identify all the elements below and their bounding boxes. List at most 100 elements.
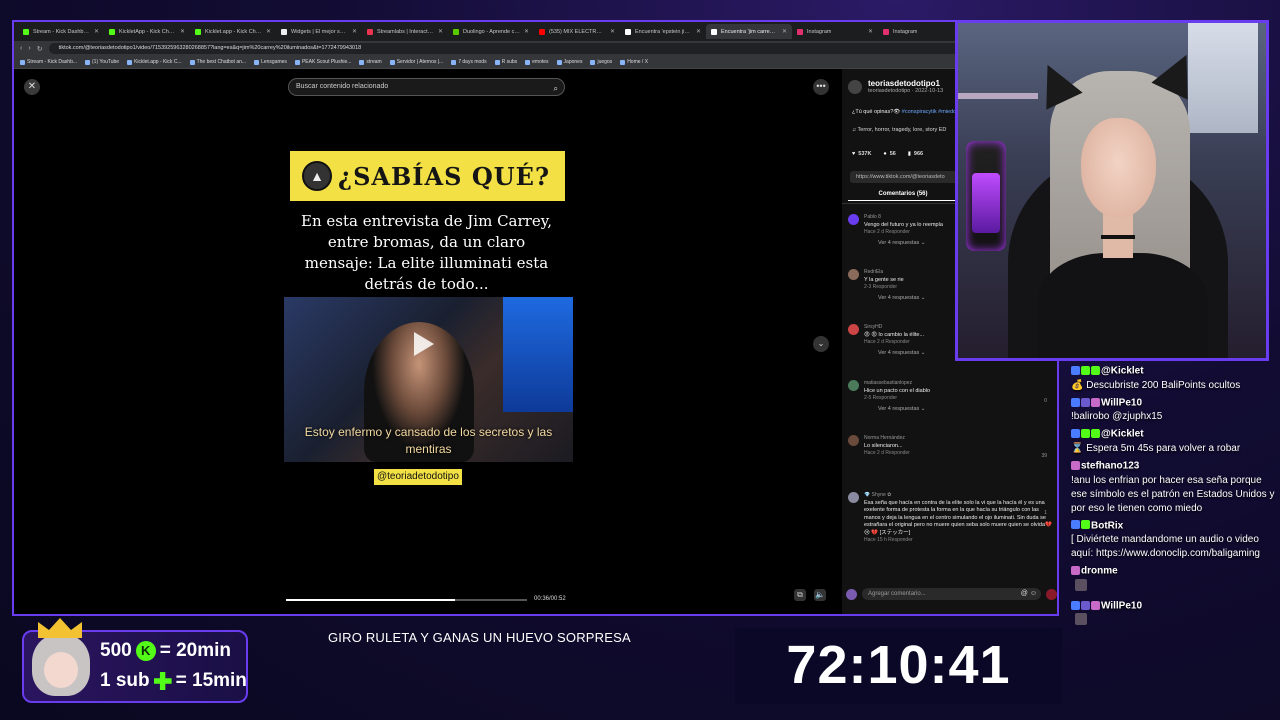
close-tab-icon[interactable]: ✕ [352, 28, 357, 35]
browser-tab[interactable]: KickletApp - Kick Chatbot and ✕ [104, 24, 190, 39]
browser-tab[interactable]: Streamlabs | Interact with me ✕ [362, 24, 448, 39]
more-options-icon[interactable]: ••• [813, 79, 829, 95]
bookmark-item[interactable]: Home / X [620, 59, 648, 65]
back-icon[interactable]: ‹ [20, 45, 22, 52]
chat-username[interactable]: @Kicklet [1101, 366, 1144, 377]
comment-placeholder: Agregar comentario... [868, 591, 926, 597]
bookmark-icon [189, 59, 195, 65]
comment-meta[interactable]: Hace 2 d Responder [864, 450, 1053, 458]
commenter-avatar[interactable] [848, 214, 859, 225]
next-video-icon[interactable]: ⌄ [813, 336, 829, 352]
emoji-icon[interactable]: @ ☺ [1021, 588, 1037, 600]
bookmark-item[interactable]: Servidor | Aternos |... [389, 59, 443, 65]
close-tab-icon[interactable]: ✕ [438, 28, 443, 35]
browser-tab[interactable]: Instagram ✕ [792, 24, 878, 39]
browser-tab[interactable]: Kicklet.app - Kick Chatbot and ✕ [190, 24, 276, 39]
comment-like-count[interactable]: 1 [1044, 510, 1047, 516]
close-tab-icon[interactable]: ✕ [266, 28, 271, 35]
bookmark-item[interactable]: emotes [525, 59, 549, 65]
close-tab-icon[interactable]: ✕ [180, 28, 185, 35]
comment-like-count[interactable]: 39 [1041, 453, 1047, 459]
browser-tab[interactable]: Instagram✕ [878, 24, 964, 39]
bookmark-item[interactable]: Stream - Kick Dashb... [20, 59, 77, 65]
tab-title: Instagram [807, 28, 832, 35]
commenter-name[interactable]: Norma Hernández [864, 435, 1053, 443]
bookmark-item[interactable]: juegos [590, 59, 612, 65]
close-tab-icon[interactable]: ✕ [868, 28, 873, 35]
browser-tab[interactable]: Encuentra 'epstein jim carrey' ✕ [620, 24, 706, 39]
forward-icon[interactable]: › [28, 45, 30, 52]
author-avatar[interactable] [848, 79, 862, 94]
comment-button[interactable]: ● 56 [883, 151, 895, 157]
like-button[interactable]: ♥ 537K [852, 151, 871, 157]
tab-comments[interactable]: Comentarios (56) [848, 191, 958, 201]
author-name[interactable]: teoriasdetodotipo1 [868, 79, 943, 88]
badge-icon [1081, 520, 1090, 530]
comment-meta[interactable]: 2-5 Responder [864, 395, 1053, 403]
close-icon[interactable]: ✕ [24, 79, 40, 95]
tab-title: Streamlabs | Interact with me [377, 28, 434, 35]
bookmark-item[interactable]: The best Chatbot an... [189, 59, 246, 65]
play-icon[interactable] [414, 332, 434, 356]
browser-tab[interactable]: (535) MIX ELECTRO POP #4 (D ✕ [534, 24, 620, 39]
bookmark-icon [451, 59, 457, 65]
send-button[interactable] [1046, 588, 1057, 600]
save-button[interactable]: ▮ 966 [908, 151, 923, 157]
url-input[interactable]: tiktok.com/@teoriasdetodotipo1/video/715… [48, 43, 1051, 54]
bookmark-item[interactable]: 7 days mods [451, 59, 487, 65]
timer-value: 72:10:41 [786, 635, 1011, 695]
browser-tab[interactable]: Encuentra 'jim carrey illuminati' ✕ [706, 24, 792, 39]
search-icon[interactable]: ⌕ [554, 81, 558, 97]
close-tab-icon[interactable]: ✕ [524, 28, 529, 35]
favicon-icon [797, 28, 803, 35]
comment-meta[interactable]: Hace 15 h Responder [864, 537, 1053, 545]
bookmark-item[interactable]: stream [359, 59, 382, 65]
user-badges [1071, 459, 1081, 473]
bookmark-item[interactable]: Lensgames [254, 59, 287, 65]
chat-username[interactable]: WillPe10 [1101, 397, 1142, 408]
browser-tab[interactable]: Stream - Kick Dashboard ✕ [18, 24, 104, 39]
comment-input[interactable]: Agregar comentario... @ ☺ [862, 588, 1041, 600]
close-tab-icon[interactable]: ✕ [782, 28, 787, 35]
comment-item: 💎 Shyne ✿ Esa seña que hacía en contra de… [848, 492, 1053, 545]
chat-message: dronme [1066, 564, 1280, 596]
progress-bar[interactable] [286, 599, 527, 601]
video-player[interactable]: Buscar contenido relacionado ⌕ ▲ ¿SABÍAS… [280, 69, 573, 614]
commenter-avatar[interactable] [848, 380, 859, 391]
commenter-avatar[interactable] [848, 435, 859, 446]
music-credit[interactable]: ♫ Terror, horror, tragedy, lore, story E… [852, 127, 946, 133]
bookmark-item[interactable]: R subs [494, 59, 517, 65]
commenter-avatar[interactable] [848, 492, 859, 503]
bookmark-item[interactable]: PEAK Scout Plushie... [294, 59, 351, 65]
comment-like-count[interactable]: 0 [1044, 398, 1047, 404]
chat-message: BotRix [ Diviértete mandandome un audio o… [1066, 519, 1280, 562]
close-tab-icon[interactable]: ✕ [610, 28, 615, 35]
mini-player-icon[interactable]: ⧉ [794, 589, 806, 601]
chat-username[interactable]: @Kicklet [1101, 429, 1144, 440]
chat-username[interactable]: stefhano123 [1081, 461, 1139, 472]
bookmark-label: Stream - Kick Dashb... [27, 59, 78, 65]
view-replies-link[interactable]: Ver 4 respuestas ⌄ [878, 406, 1053, 414]
related-search-input[interactable]: Buscar contenido relacionado ⌕ [288, 78, 565, 96]
tab-title: Encuentra 'jim carrey illuminati' [721, 28, 778, 35]
chat-username[interactable]: dronme [1081, 566, 1118, 577]
close-tab-icon[interactable]: ✕ [696, 28, 701, 35]
description-text: ¿Tú qué opinas?👁 [852, 109, 902, 115]
close-tab-icon[interactable]: ✕ [94, 28, 99, 35]
tab-bar: Stream - Kick Dashboard ✕ KickletApp - Kic… [14, 22, 1057, 41]
bookmark-item[interactable]: Kicklet.app - Kick C... [127, 59, 182, 65]
browser-tab[interactable]: Duolingo - Aprende con lecciones ✕ [448, 24, 534, 39]
commenter-avatar[interactable] [848, 269, 859, 280]
chat-username[interactable]: WillPe10 [1101, 600, 1142, 611]
bookmark-item[interactable]: Japones [556, 59, 582, 65]
commenter-name[interactable]: 💎 Shyne ✿ [864, 492, 1053, 500]
reload-icon[interactable]: ↻ [37, 45, 43, 53]
commenter-name[interactable]: matiassebastianlopez [864, 380, 1053, 388]
commenter-avatar[interactable] [848, 324, 859, 335]
video-clip[interactable]: Estoy enfermo y cansado de los secretos … [284, 297, 573, 462]
volume-icon[interactable]: 🔈 [814, 589, 826, 601]
browser-tab[interactable]: Widgets | El mejor software para ✕ [276, 24, 362, 39]
bookmark-item[interactable]: (1) YouTube [85, 59, 119, 65]
chat-username[interactable]: BotRix [1091, 520, 1123, 531]
author-block[interactable]: teoriasdetodotipo1 teoriasdetodotipo · 2… [848, 79, 943, 94]
